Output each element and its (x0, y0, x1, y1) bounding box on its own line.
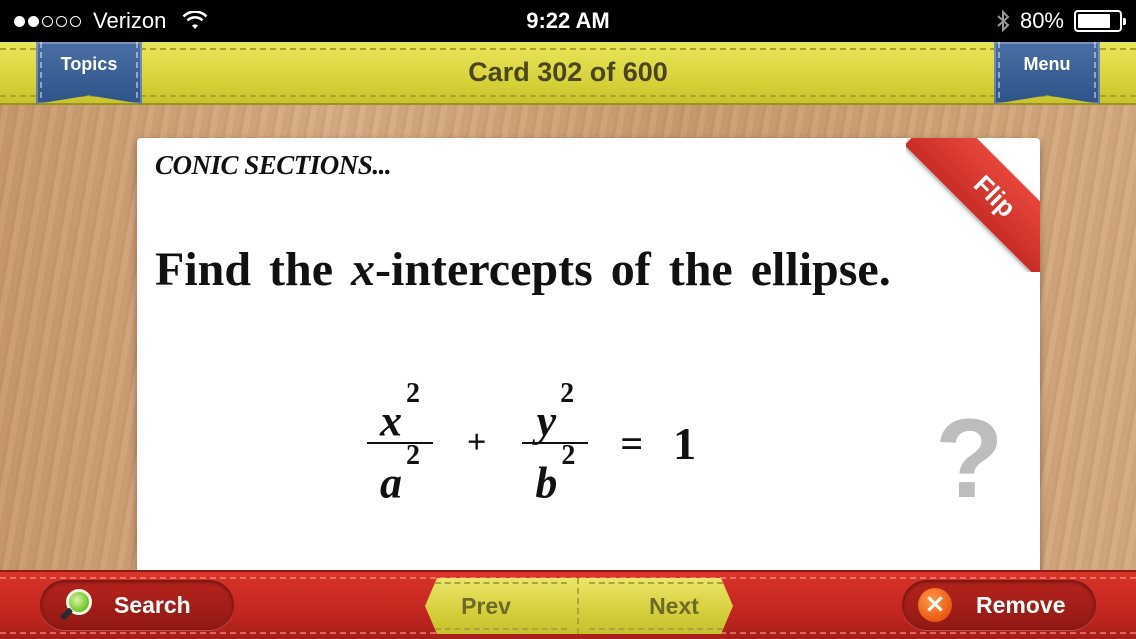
question-suffix: -intercepts of the ellipse. (375, 243, 891, 296)
card-counter: Card 302 of 600 (468, 57, 668, 87)
topics-button[interactable]: Topics (36, 42, 142, 104)
search-button[interactable]: Search (40, 580, 234, 630)
status-right: 80% (996, 8, 1126, 34)
status-time: 9:22 AM (526, 8, 610, 33)
menu-button[interactable]: Menu (994, 42, 1100, 104)
prev-button[interactable]: Prev (425, 578, 577, 634)
search-icon (58, 587, 94, 623)
next-label: Next (649, 592, 699, 619)
bluetooth-icon (997, 10, 1010, 32)
close-icon: × (918, 588, 952, 622)
plus-sign: + (467, 424, 487, 461)
status-bar: Verizon 9:22 AM 80% (0, 0, 1136, 42)
equation-rhs: 1 (673, 417, 697, 469)
numerator: x2 (380, 378, 420, 446)
search-label: Search (114, 591, 191, 618)
question-mark-icon: ? (935, 396, 1004, 521)
ribbon-stitching (40, 42, 138, 98)
denominator: a2 (380, 440, 420, 508)
top-bar: Card 302 of 600 Topics Menu (0, 42, 1136, 105)
equals-sign: = (620, 420, 644, 466)
card-topic: CONIC SECTIONS... (155, 150, 392, 180)
prev-label: Prev (461, 592, 511, 619)
prev-next-group: Prev Next (425, 578, 733, 634)
flip-button[interactable]: Flip (906, 138, 1040, 272)
question-prefix: Find the (155, 243, 352, 296)
ribbon-stitching (998, 42, 1096, 98)
bottom-bar: Search Prev Next × Remove (0, 570, 1136, 639)
denominator: b2 (535, 440, 576, 508)
stitch-line (0, 48, 1136, 50)
fraction-x-over-a: x2 a2 (365, 378, 435, 508)
numerator: y2 (536, 378, 575, 446)
next-button[interactable]: Next (577, 578, 733, 634)
remove-label: Remove (976, 591, 1066, 618)
question-variable: x (351, 243, 376, 296)
battery-icon (1074, 10, 1126, 32)
ellipse-equation: x2 a2 + y2 b2 = 1 (365, 378, 696, 508)
fraction-y-over-b: y2 b2 (520, 378, 590, 508)
battery-fill (1078, 14, 1110, 28)
stitch-line (0, 95, 1136, 97)
battery-percent: 80% (1019, 8, 1064, 33)
question-text: Find the x-intercepts of the ellipse. (155, 240, 915, 300)
search-handle (59, 607, 74, 621)
remove-button[interactable]: × Remove (902, 580, 1096, 630)
flash-card[interactable]: CONIC SECTIONS... Find the x-intercepts … (137, 138, 1040, 578)
flip-label: Flip (906, 138, 1040, 272)
